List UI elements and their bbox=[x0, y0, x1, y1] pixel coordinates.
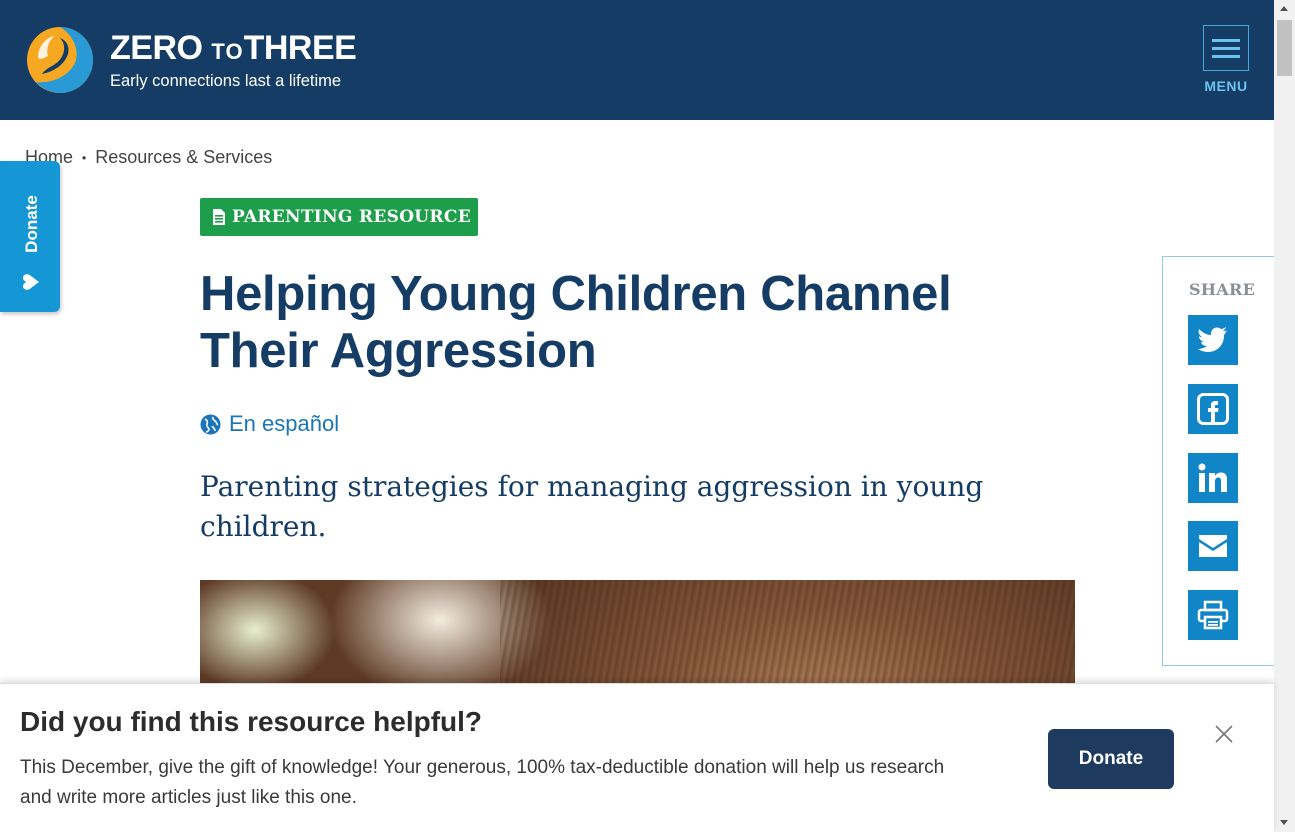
breadcrumb-resources[interactable]: Resources & Services bbox=[95, 147, 272, 168]
scrollbar[interactable] bbox=[1274, 0, 1295, 832]
language-link-label: En español bbox=[229, 411, 340, 436]
heart-icon bbox=[23, 274, 39, 290]
breadcrumb-separator: • bbox=[82, 150, 87, 165]
page-title: Helping Young Children Channel Their Agg… bbox=[200, 267, 952, 378]
zero-to-three-logo[interactable] bbox=[24, 24, 96, 96]
donation-banner: Did you find this resource helpful? This… bbox=[0, 683, 1274, 832]
share-email-button[interactable] bbox=[1188, 521, 1238, 571]
share-facebook-button[interactable] bbox=[1188, 384, 1238, 434]
page-subtitle: Parenting strategies for managing aggres… bbox=[200, 470, 984, 543]
breadcrumb: Home • Resources & Services bbox=[25, 147, 272, 168]
print-icon bbox=[1197, 600, 1229, 630]
share-twitter-button[interactable] bbox=[1188, 315, 1238, 365]
scroll-down-arrow-icon[interactable] bbox=[1280, 820, 1288, 825]
brand-name: ZERO TOTHREE bbox=[110, 29, 357, 67]
document-icon bbox=[213, 209, 225, 225]
site-header: ZERO TOTHREE Early connections last a li… bbox=[0, 0, 1274, 120]
brand-tagline: Early connections last a lifetime bbox=[110, 72, 342, 90]
close-icon[interactable] bbox=[1214, 724, 1234, 744]
share-linkedin-button[interactable] bbox=[1188, 453, 1238, 503]
share-label: SHARE bbox=[1189, 280, 1256, 299]
banner-title: Did you find this resource helpful? bbox=[20, 706, 483, 737]
twitter-icon bbox=[1198, 327, 1227, 352]
language-link[interactable]: En español bbox=[200, 411, 339, 437]
scrollbar-thumb[interactable] bbox=[1277, 20, 1292, 76]
share-panel: SHARE bbox=[1162, 256, 1274, 666]
globe-icon bbox=[200, 414, 221, 434]
donate-side-tab-label[interactable]: Donate bbox=[22, 195, 42, 253]
donate-button[interactable]: Donate bbox=[1048, 729, 1174, 789]
linkedin-icon bbox=[1198, 463, 1227, 492]
category-badge-label: PARENTING RESOURCE bbox=[232, 207, 471, 227]
category-badge[interactable]: PARENTING RESOURCE bbox=[200, 198, 478, 236]
facebook-icon bbox=[1197, 393, 1229, 425]
hero-image bbox=[200, 580, 1075, 684]
banner-text: This December, give the gift of knowledg… bbox=[20, 757, 945, 808]
hamburger-icon bbox=[1212, 38, 1240, 42]
brand[interactable]: ZERO TOTHREE Early connections last a li… bbox=[110, 29, 357, 91]
share-print-button[interactable] bbox=[1188, 590, 1238, 640]
menu-label[interactable]: MENU bbox=[1196, 78, 1256, 94]
scroll-up-arrow-icon[interactable] bbox=[1280, 6, 1288, 11]
email-icon bbox=[1199, 535, 1227, 557]
menu-button[interactable] bbox=[1203, 25, 1249, 71]
